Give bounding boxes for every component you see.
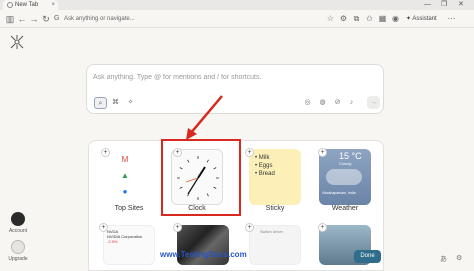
browser-logo-icon xyxy=(10,35,24,49)
weather-card[interactable]: 15 °C Cloudy Visakhapatnam, India xyxy=(319,149,371,205)
attach-icon[interactable]: ⊘ xyxy=(332,97,343,109)
social-card[interactable]: Switch driver xyxy=(249,225,301,265)
address-bar[interactable]: G Ask anything or navigate... xyxy=(54,13,254,25)
search-engine-icon: G xyxy=(54,15,60,22)
facebook-icon[interactable]: ● xyxy=(119,187,131,197)
favorites-icon[interactable]: ✩ xyxy=(364,13,375,25)
search-mode-icon[interactable]: ⌕ xyxy=(94,97,107,109)
stock-change: -2.5% xyxy=(107,239,118,244)
account-label: Account xyxy=(8,228,28,234)
add-weather-icon[interactable]: + xyxy=(318,148,327,157)
more-menu-icon[interactable]: ⋯ xyxy=(446,13,457,25)
weather-condition: Cloudy xyxy=(339,161,352,166)
tab-close-icon[interactable]: × xyxy=(51,0,55,10)
annotation-arrow xyxy=(186,95,223,140)
apps-mode-icon[interactable]: ⌘ xyxy=(109,97,122,109)
sticky-card[interactable]: • Milk • Eggs • Bread xyxy=(249,149,301,205)
reload-icon[interactable]: ↻ xyxy=(40,13,52,25)
add-image-icon[interactable]: + xyxy=(318,223,327,232)
account-button[interactable]: Account xyxy=(5,212,31,234)
tab-title: New Tab xyxy=(15,2,39,8)
star-icon[interactable]: ☆ xyxy=(325,13,336,25)
maximize-button[interactable]: ❐ xyxy=(441,0,447,10)
tab-new-tab[interactable]: New Tab × xyxy=(3,0,58,10)
add-stock-icon[interactable]: + xyxy=(99,223,108,232)
top-sites-card[interactable]: M ▲ ● xyxy=(103,149,155,205)
profile-icon[interactable]: ◉ xyxy=(390,13,401,25)
back-icon[interactable]: ← xyxy=(16,13,28,25)
globe-icon[interactable]: ◎ xyxy=(302,97,313,109)
tab-favicon-icon xyxy=(7,2,13,8)
collections-icon[interactable]: ▦ xyxy=(377,13,388,25)
add-photo-icon[interactable]: + xyxy=(173,223,182,232)
assistant-button[interactable]: ✦ Assistant xyxy=(406,13,437,25)
done-button[interactable]: Done xyxy=(354,250,381,263)
web-icon[interactable]: ◍ xyxy=(317,97,328,109)
minimize-button[interactable]: — xyxy=(424,0,431,10)
gmail-icon[interactable]: M xyxy=(119,155,131,165)
account-avatar-icon xyxy=(11,212,25,226)
extension-icon[interactable]: ⚙ xyxy=(338,13,349,25)
sidebar-toggle-icon[interactable]: ▥ xyxy=(4,13,16,25)
watermark-text: www.TestingDocs.com xyxy=(160,250,247,259)
idea-mode-icon[interactable]: ✧ xyxy=(124,97,137,109)
assistant-label: Assistant xyxy=(412,16,437,22)
upgrade-label: Upgrade xyxy=(8,256,28,262)
split-view-icon[interactable]: ⧉ xyxy=(351,13,362,25)
clock-highlight-box xyxy=(161,139,241,216)
add-sticky-icon[interactable]: + xyxy=(245,148,254,157)
sticky-item: • Bread xyxy=(255,171,275,177)
sticky-label: Sticky xyxy=(265,205,285,212)
weather-location: Visakhapatnam, India xyxy=(322,191,356,195)
sticky-item: • Milk xyxy=(255,155,270,161)
cloud-icon xyxy=(326,169,362,185)
ask-input[interactable] xyxy=(93,72,373,82)
stock-card[interactable]: NVDA NVIDIA Corporation -2.5% xyxy=(103,225,155,265)
translate-icon[interactable]: あ xyxy=(440,254,447,264)
address-placeholder: Ask anything or navigate... xyxy=(64,16,135,22)
add-social-icon[interactable]: + xyxy=(245,223,254,232)
google-drive-icon[interactable]: ▲ xyxy=(119,171,131,181)
photo-card[interactable] xyxy=(177,225,229,265)
forward-icon[interactable]: → xyxy=(28,13,40,25)
sticky-item: • Eggs xyxy=(255,163,273,169)
weather-label: Weather xyxy=(331,205,359,212)
microphone-icon[interactable]: ♪ xyxy=(346,97,357,109)
settings-icon[interactable]: ⚙ xyxy=(456,254,462,262)
weather-temperature: 15 °C xyxy=(339,151,362,161)
social-text: Switch driver xyxy=(260,229,283,234)
ask-box: ⌕ ⌘ ✧ ◎ ◍ ⊘ ♪ → xyxy=(86,64,384,114)
upgrade-icon xyxy=(11,240,25,254)
upgrade-button[interactable]: Upgrade xyxy=(5,240,31,262)
browser-toolbar: ▥ ← → ↻ G Ask anything or navigate... ☆ … xyxy=(0,10,474,28)
close-window-button[interactable]: ✕ xyxy=(458,0,464,10)
tab-strip: New Tab × — ❐ ✕ xyxy=(0,0,474,10)
add-top-sites-icon[interactable]: + xyxy=(101,148,110,157)
top-sites-label: Top Sites xyxy=(114,205,144,212)
send-button[interactable]: → xyxy=(367,96,380,109)
